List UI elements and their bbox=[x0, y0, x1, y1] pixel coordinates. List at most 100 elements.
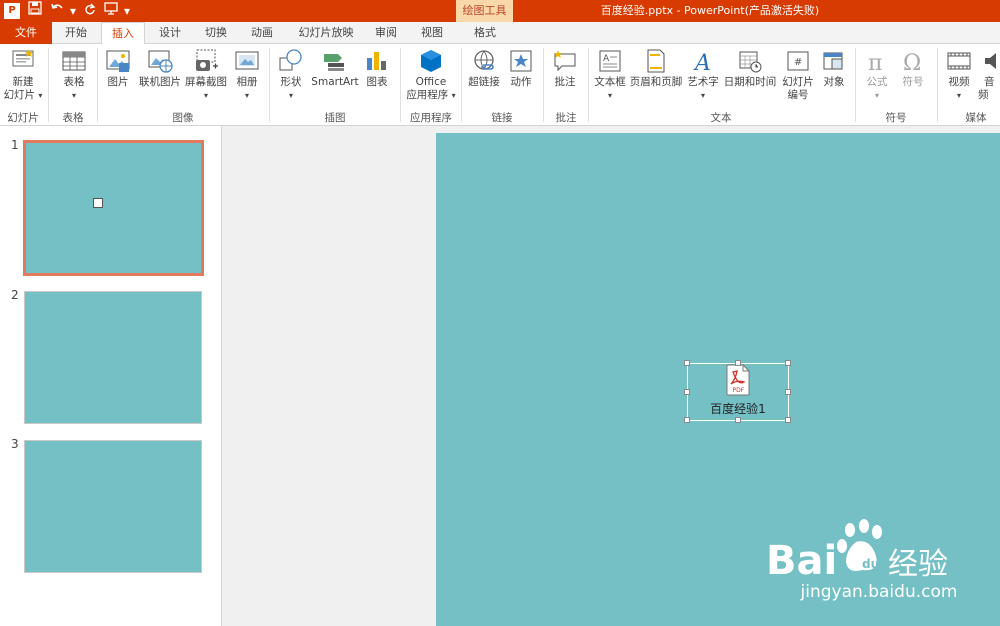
header-footer-button[interactable]: 页眉和页脚 bbox=[629, 48, 683, 108]
chart-button[interactable]: 图表 bbox=[362, 48, 392, 108]
pictures-button[interactable]: 图片 bbox=[100, 48, 136, 108]
separator bbox=[97, 48, 98, 122]
ribbon: 新建 幻灯片 ▾ 幻灯片 表格 ▾ 表格 图片 联机图片 屏幕截图 ▾ 相册 ▾ 图像… bbox=[0, 44, 1000, 126]
baidu-paw-logo-icon: Bai du 经验 bbox=[766, 519, 948, 582]
svg-text:Ω: Ω bbox=[903, 51, 921, 74]
textbox-icon: A bbox=[599, 50, 621, 72]
picture-icon bbox=[106, 50, 130, 72]
object-button[interactable]: 对象 bbox=[818, 48, 850, 108]
group-illustrations-label: 插图 bbox=[324, 112, 346, 124]
resize-handle-n[interactable] bbox=[735, 360, 741, 366]
resize-handle-nw[interactable] bbox=[684, 360, 690, 366]
tab-home[interactable]: 开始 bbox=[56, 22, 96, 44]
new-slide-icon bbox=[12, 49, 34, 67]
photo-album-icon bbox=[235, 51, 259, 70]
video-icon bbox=[947, 52, 971, 70]
resize-handle-se[interactable] bbox=[785, 417, 791, 423]
tab-insert[interactable]: 插入 bbox=[101, 22, 145, 45]
table-button[interactable]: 表格 ▾ bbox=[54, 48, 94, 108]
screenshot-icon bbox=[196, 49, 218, 71]
resize-handle-e[interactable] bbox=[785, 389, 791, 395]
powerpoint-logo-icon: P bbox=[4, 3, 20, 19]
tab-transitions[interactable]: 切换 bbox=[196, 22, 236, 44]
document-title: 百度经验.pptx - PowerPoint(产品激活失败) bbox=[600, 4, 820, 17]
wordart-icon: A bbox=[693, 51, 711, 74]
tab-format[interactable]: 格式 bbox=[462, 22, 508, 44]
resize-handle-w[interactable] bbox=[684, 389, 690, 395]
title-bar: P ▾ ▾ 绘图工具 百度经验.pptx - PowerPoint(产品激活失败… bbox=[0, 0, 1000, 22]
group-media-label: 媒体 bbox=[965, 112, 987, 124]
table-icon bbox=[62, 51, 86, 71]
tab-design[interactable]: 设计 bbox=[150, 22, 190, 44]
shapes-button[interactable]: 形状 ▾ bbox=[273, 48, 309, 108]
svg-text:A: A bbox=[693, 51, 711, 74]
comment-button[interactable]: 批注 bbox=[548, 48, 582, 108]
baidu-jingyan-watermark: Bai du 经验 jingyan.baidu.com bbox=[764, 516, 994, 626]
embedded-pdf-object[interactable]: PDF 百度经验1 bbox=[684, 360, 791, 423]
group-symbols-label: 符号 bbox=[885, 112, 907, 124]
slide-number-button[interactable]: # 幻灯片 编号 bbox=[778, 48, 818, 108]
group-links-label: 链接 bbox=[491, 112, 513, 124]
slide-number-icon: # bbox=[787, 51, 809, 71]
photo-album-button[interactable]: 相册 ▾ bbox=[230, 48, 264, 108]
group-apps-label: 应用程序 bbox=[410, 112, 452, 124]
slide-thumbnail-2[interactable] bbox=[24, 291, 202, 424]
action-star-icon bbox=[510, 50, 532, 72]
group-text-label: 文本 bbox=[710, 112, 732, 124]
group-comments-label: 批注 bbox=[555, 112, 577, 124]
screenshot-button[interactable]: 屏幕截图 ▾ bbox=[184, 48, 228, 108]
hyperlink-button[interactable]: 超链接 bbox=[464, 48, 504, 108]
object-icon bbox=[823, 52, 843, 70]
tab-view[interactable]: 视图 bbox=[412, 22, 452, 44]
mini-object-icon bbox=[93, 198, 103, 208]
svg-text:du: du bbox=[862, 557, 879, 571]
save-icon[interactable] bbox=[24, 0, 46, 22]
drawing-tools-context-label: 绘图工具 bbox=[456, 0, 513, 22]
undo-icon[interactable] bbox=[46, 0, 68, 22]
omega-icon: Ω bbox=[903, 51, 921, 74]
resize-handle-ne[interactable] bbox=[785, 360, 791, 366]
tab-review[interactable]: 审阅 bbox=[366, 22, 406, 44]
equation-button[interactable]: π 公式 ▾ bbox=[860, 48, 894, 108]
separator bbox=[400, 48, 401, 122]
calendar-clock-icon bbox=[739, 51, 762, 73]
slide-thumbnail-3[interactable] bbox=[24, 440, 202, 573]
resize-handle-sw[interactable] bbox=[684, 417, 690, 423]
slide-thumbnail-1[interactable] bbox=[23, 140, 204, 276]
separator bbox=[855, 48, 856, 122]
smartart-button[interactable]: SmartArt bbox=[310, 48, 360, 108]
svg-text:A: A bbox=[603, 54, 610, 64]
audio-button[interactable]: 音频 bbox=[978, 48, 1000, 108]
customize-qat-icon[interactable]: ▾ bbox=[122, 0, 132, 22]
date-time-button[interactable]: 日期和时间 bbox=[722, 48, 778, 108]
pdf-file-icon: PDF bbox=[726, 364, 750, 396]
tab-animations[interactable]: 动画 bbox=[242, 22, 282, 44]
online-pictures-button[interactable]: 联机图片 bbox=[136, 48, 184, 108]
start-from-beginning-icon[interactable] bbox=[100, 0, 122, 22]
redo-icon[interactable] bbox=[78, 0, 100, 22]
watermark-url: jingyan.baidu.com bbox=[800, 582, 958, 602]
separator bbox=[269, 48, 270, 122]
shapes-icon bbox=[279, 49, 302, 71]
thumb-number: 1 bbox=[11, 138, 19, 152]
tab-slideshow[interactable]: 幻灯片放映 bbox=[290, 22, 362, 44]
thumb-number: 2 bbox=[11, 288, 19, 302]
group-images-label: 图像 bbox=[172, 112, 194, 124]
video-button[interactable]: 视频 ▾ bbox=[941, 48, 977, 108]
new-slide-button[interactable]: 新建 幻灯片 ▾ bbox=[2, 48, 44, 108]
symbol-button[interactable]: Ω 符号 bbox=[896, 48, 930, 108]
undo-dropdown-icon[interactable]: ▾ bbox=[68, 0, 78, 22]
svg-text:PDF: PDF bbox=[733, 387, 745, 394]
separator bbox=[588, 48, 589, 122]
svg-text:#: # bbox=[794, 57, 802, 68]
separator bbox=[461, 48, 462, 122]
hyperlink-icon bbox=[474, 50, 494, 70]
group-slides-label: 幻灯片 bbox=[7, 112, 39, 124]
office-apps-button[interactable]: Office 应用程序 ▾ bbox=[403, 48, 459, 108]
action-button[interactable]: 动作 bbox=[506, 48, 536, 108]
textbox-button[interactable]: A 文本框 ▾ bbox=[591, 48, 629, 108]
wordart-button[interactable]: A 艺术字 ▾ bbox=[684, 48, 722, 108]
tab-file[interactable]: 文件 bbox=[0, 22, 52, 44]
pi-icon: π bbox=[868, 51, 882, 74]
resize-handle-s[interactable] bbox=[735, 417, 741, 423]
